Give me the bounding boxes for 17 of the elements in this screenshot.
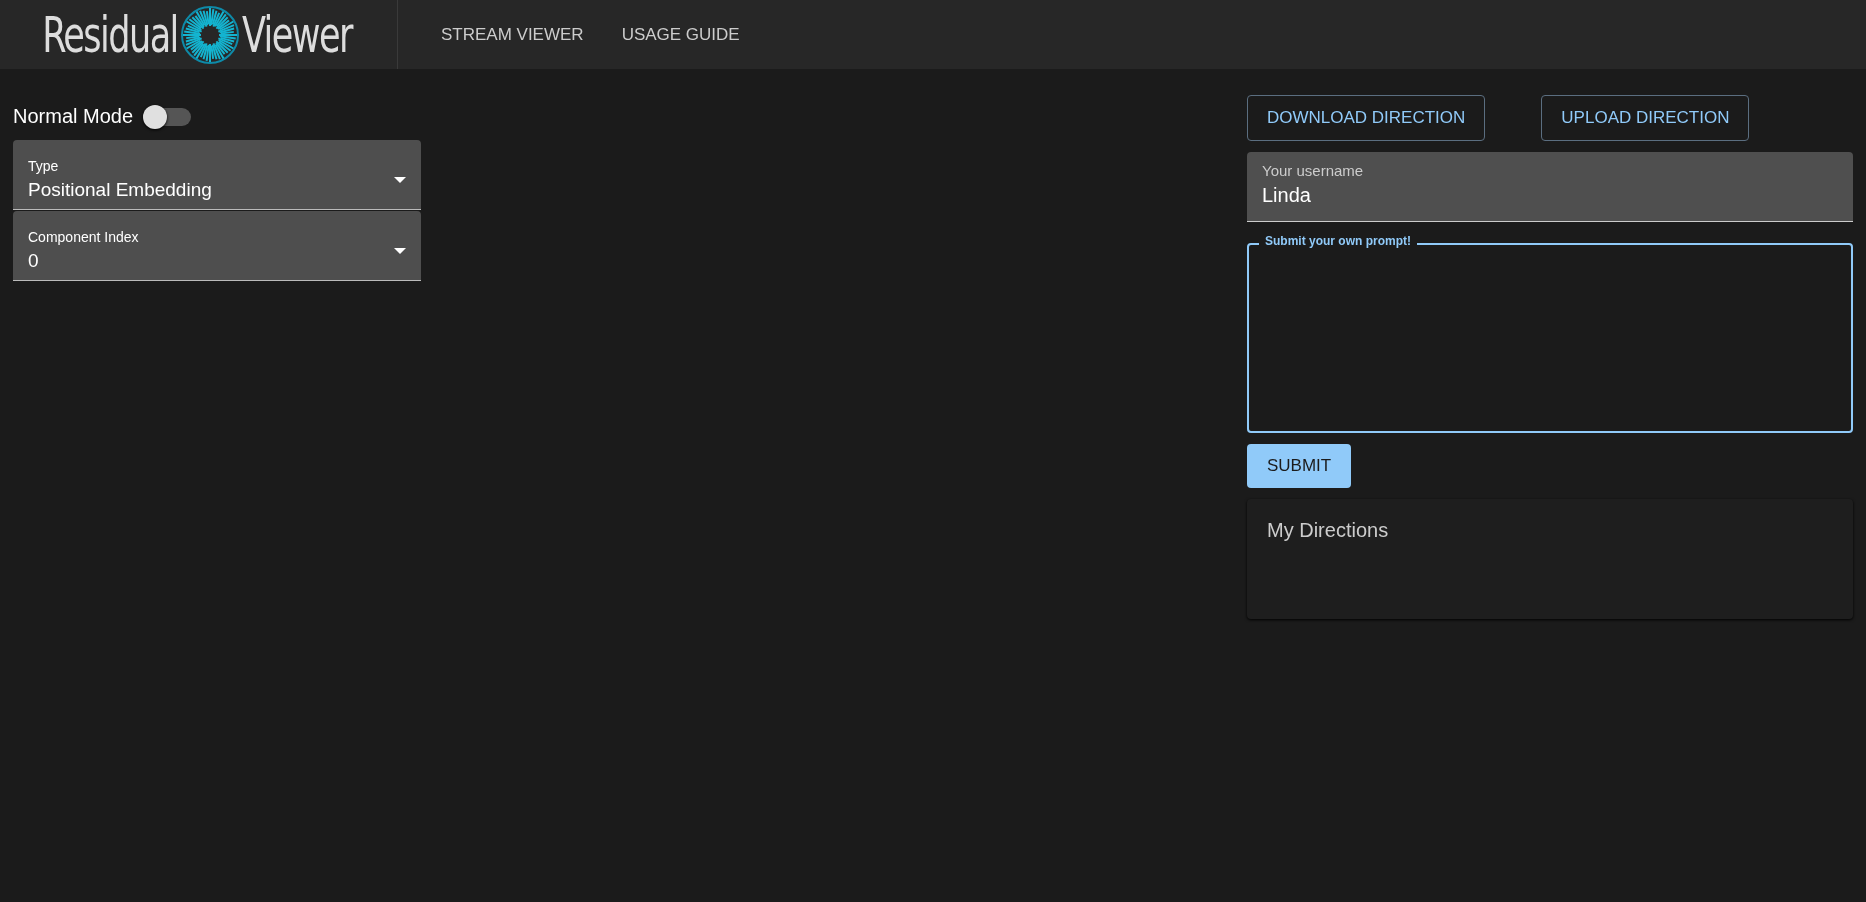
outlined-button[interactable]: DOWNLOAD DIRECTION (1247, 95, 1486, 141)
outlined-button[interactable]: UPLOAD DIRECTION (1541, 95, 1750, 141)
select-field[interactable]: Type Positional Embedding (13, 140, 421, 210)
username-field[interactable]: Your username Linda (1247, 152, 1853, 222)
nav-link[interactable]: STREAM VIEWER (424, 16, 601, 53)
caret-icon (394, 176, 406, 183)
nav-link[interactable]: USAGE GUIDE (604, 16, 757, 53)
caret-icon (394, 247, 406, 254)
eye-logo-icon (180, 4, 240, 65)
select-field[interactable]: Component Index 0 (13, 211, 421, 281)
toggle-label: Normal Mode (13, 105, 134, 128)
submit-button[interactable]: SUBMIT (1247, 444, 1352, 488)
mode-switch[interactable] (143, 107, 192, 126)
card-title: My Directions (1267, 519, 1389, 541)
logo-text: Residual (42, 5, 178, 64)
logo-text: Viewer (242, 5, 352, 64)
field-label: Submit your own prompt! (1259, 234, 1417, 249)
